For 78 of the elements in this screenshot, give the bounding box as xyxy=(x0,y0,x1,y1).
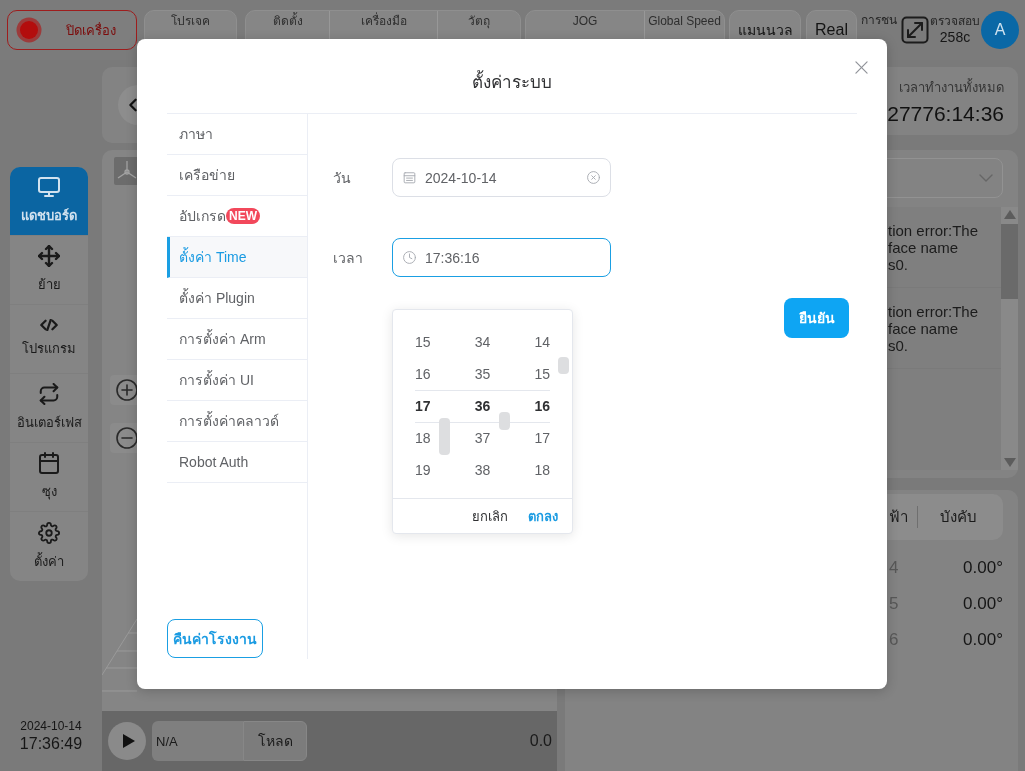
nav-item[interactable]: อินเตอร์เฟส xyxy=(10,374,88,443)
nav-item[interactable]: โปรแกรม xyxy=(10,305,88,374)
chevron-down-icon xyxy=(979,174,993,182)
nav-item[interactable]: ย้าย xyxy=(10,236,88,305)
scroll-down-icon[interactable] xyxy=(1003,458,1016,467)
log-entry: tion error:The face name s0. xyxy=(888,303,979,354)
time-option[interactable]: 35 xyxy=(452,358,513,390)
time-option[interactable]: 17 xyxy=(393,390,453,422)
status-label: ติดตั้ง xyxy=(272,14,303,29)
field-label: เวลา xyxy=(333,248,364,268)
status-value: 258c xyxy=(939,29,971,46)
scrollbar-thumb[interactable] xyxy=(439,418,450,455)
program-field[interactable]: N/A xyxy=(152,721,243,761)
time-option[interactable]: 19 xyxy=(393,454,453,486)
scrollbar-thumb[interactable] xyxy=(498,412,510,430)
chevron-left-icon xyxy=(128,98,138,112)
date-text: 2024-10-14 xyxy=(20,719,82,734)
scrollbar-thumb[interactable] xyxy=(558,357,570,374)
axis-icon[interactable] xyxy=(114,157,140,185)
power-indicator-icon xyxy=(16,17,42,43)
calendar-icon xyxy=(403,171,416,184)
calendar-icon xyxy=(39,452,59,474)
nav-item[interactable]: ตั้งค่า xyxy=(10,512,88,581)
expand-icon[interactable] xyxy=(901,16,929,44)
minus-circle-icon xyxy=(115,427,138,449)
scroll-up-icon[interactable] xyxy=(1003,210,1016,219)
plus-circle-icon xyxy=(115,379,138,401)
joint-value: 0.00° xyxy=(963,630,1003,650)
field-label: วัน xyxy=(333,168,352,188)
time-option[interactable]: 16 xyxy=(512,390,572,422)
value-text: 0.0 xyxy=(529,732,552,750)
status-label: JOG xyxy=(572,14,598,29)
joint-value: 0.00° xyxy=(963,558,1003,578)
time-option[interactable]: 38 xyxy=(452,454,513,486)
code-icon xyxy=(40,319,58,331)
time-option[interactable]: 18 xyxy=(393,422,453,454)
tab[interactable]: ฟ้า xyxy=(887,494,917,540)
joint-value: 0.00° xyxy=(963,594,1003,614)
play-icon xyxy=(122,734,135,748)
log-entry: tion error:The face name s0. xyxy=(888,222,979,273)
runtime-label: เวลาทำงานทั้งหมด xyxy=(899,80,1004,96)
scrollbar-thumb[interactable] xyxy=(1001,224,1018,299)
time-option[interactable]: 17 xyxy=(512,422,572,454)
time-option[interactable]: 14 xyxy=(512,326,572,358)
load-button[interactable]: โหลด xyxy=(243,721,307,761)
move-icon xyxy=(38,245,60,267)
monitor-icon xyxy=(38,176,60,198)
new-badge: NEW xyxy=(226,208,260,224)
status-label: ตรวจสอบ xyxy=(930,14,980,29)
time-option[interactable]: 37 xyxy=(452,422,513,454)
play-button[interactable] xyxy=(108,722,146,760)
time-option[interactable]: 16 xyxy=(393,358,453,390)
user-avatar[interactable]: A xyxy=(981,11,1019,49)
status-label: เครื่องมือ xyxy=(360,14,407,29)
status-label: การชน xyxy=(861,13,897,28)
close-icon[interactable] xyxy=(855,61,868,74)
status-label: Global Speed xyxy=(648,14,721,29)
clock-icon xyxy=(403,251,416,264)
gear-icon xyxy=(38,521,60,544)
dialog-title: ตั้งค่าระบบ xyxy=(472,69,552,94)
status-label: โปรเจค xyxy=(171,14,210,29)
clear-icon[interactable] xyxy=(587,171,600,184)
date-field[interactable]: 2024-10-14 xyxy=(392,158,611,197)
time-option[interactable]: 34 xyxy=(452,326,513,358)
tab[interactable]: บังคับ xyxy=(918,494,998,540)
cancel-button[interactable]: ยกเลิก xyxy=(472,505,508,527)
time-option[interactable]: 15 xyxy=(393,326,453,358)
time-option[interactable]: 18 xyxy=(512,454,572,486)
status-label: วัตถุ xyxy=(468,14,490,29)
scrollbar[interactable] xyxy=(1001,207,1018,470)
runtime-value: 27776:14:36 xyxy=(887,101,1004,127)
nav-item[interactable]: ซุง xyxy=(10,443,88,512)
time-option[interactable]: 15 xyxy=(512,358,572,390)
time-field[interactable]: 17:36:16 xyxy=(392,238,611,277)
time-option[interactable]: 36 xyxy=(452,390,513,422)
time-text: 17:36:49 xyxy=(19,734,83,753)
repeat-icon xyxy=(38,383,60,405)
nav-item[interactable]: แดชบอร์ด xyxy=(10,167,88,236)
